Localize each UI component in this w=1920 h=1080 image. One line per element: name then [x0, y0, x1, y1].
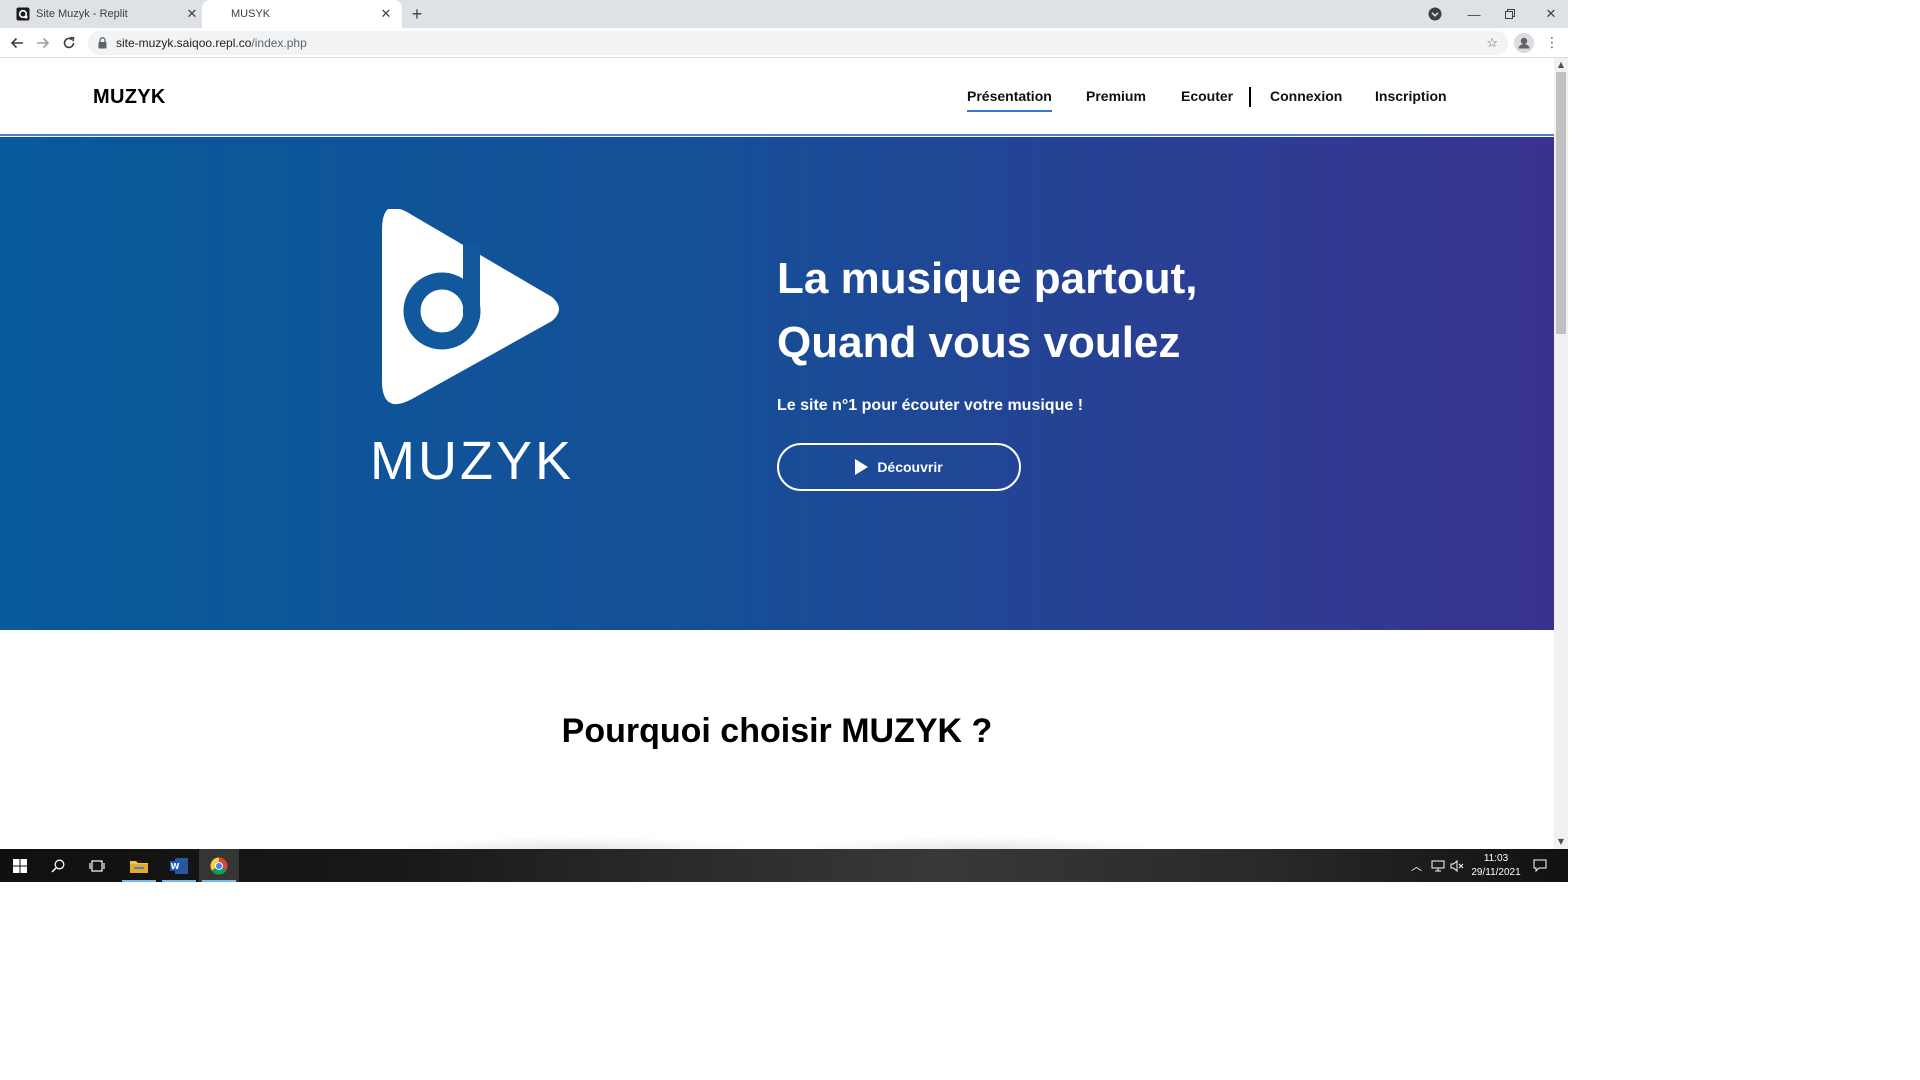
- forward-arrow-icon: [37, 37, 50, 49]
- nav-inscription[interactable]: Inscription: [1375, 88, 1447, 108]
- notifications-button[interactable]: [1533, 849, 1547, 882]
- logo-wordmark-text: MUZYK: [370, 433, 574, 491]
- url-host: site-muzyk.saiqoo.repl.co: [116, 36, 252, 50]
- forward-button[interactable]: [34, 34, 52, 52]
- tab-title: MUSYK: [231, 8, 271, 20]
- taskbar-clock[interactable]: 11:03 29/11/2021: [1468, 852, 1524, 880]
- folder-icon: [130, 860, 148, 873]
- windows-logo-icon: [13, 858, 27, 873]
- browser-menu-icon[interactable]: ⋮: [1545, 34, 1559, 52]
- site-header: MUZYK Présentation Premium Ecouter Conne…: [0, 58, 1554, 136]
- browser-tab-strip: Site Muzyk - Replit ✕ MUSYK ✕ + — ✕: [0, 0, 1568, 28]
- hero-title-line2: Quand vous voulez: [777, 318, 1181, 367]
- chevron-up-icon: ︿: [1411, 860, 1422, 873]
- search-icon: [51, 859, 65, 873]
- muzyk-logo: MUZYK: [342, 207, 602, 493]
- bookmark-star-icon[interactable]: ☆: [1486, 31, 1498, 55]
- tab-title: Site Muzyk - Replit: [36, 8, 128, 20]
- windows-taskbar: W ︿ 11:03 29/11/2021: [0, 849, 1568, 882]
- volume-muted-icon: [1450, 859, 1464, 872]
- taskbar-word[interactable]: W: [159, 849, 199, 882]
- notification-icon: [1533, 859, 1547, 872]
- nav-premium[interactable]: Premium: [1086, 88, 1146, 108]
- lock-icon: [98, 37, 107, 49]
- feature-card-top-edge: [795, 836, 1165, 850]
- close-icon[interactable]: ✕: [184, 6, 200, 22]
- scroll-up-arrow-icon[interactable]: ▲: [1554, 58, 1568, 72]
- nav-ecouter[interactable]: Ecouter: [1181, 88, 1233, 108]
- tab-search-button[interactable]: [1428, 0, 1442, 28]
- page-scrollbar[interactable]: ▲ ▼: [1554, 58, 1568, 849]
- nav-connexion[interactable]: Connexion: [1270, 88, 1342, 108]
- back-arrow-icon: [10, 37, 23, 49]
- play-icon: [855, 459, 869, 475]
- clock-date: 29/11/2021: [1471, 867, 1521, 878]
- taskbar-chrome[interactable]: [199, 849, 239, 882]
- scroll-down-arrow-icon[interactable]: ▼: [1554, 835, 1568, 849]
- site-logo[interactable]: MUZYK: [93, 86, 166, 109]
- chevron-down-icon: [1428, 7, 1442, 21]
- taskbar-search-button[interactable]: [38, 849, 78, 882]
- minimize-icon: —: [1467, 6, 1481, 22]
- back-button[interactable]: [8, 34, 26, 52]
- task-view-button[interactable]: [77, 849, 117, 882]
- hero-subtitle: Le site n°1 pour écouter votre musique !: [777, 397, 1084, 414]
- nav-divider: [1249, 87, 1251, 107]
- chrome-icon: [210, 857, 228, 875]
- browser-toolbar: site-muzyk.saiqoo.repl.co/index.php ☆ ⋮: [0, 28, 1568, 58]
- replit-icon: [16, 7, 30, 21]
- person-icon: [1518, 37, 1530, 49]
- hero-banner: MUZYK La musique partout, Quand vous vou…: [0, 137, 1554, 630]
- volume-tray-icon[interactable]: [1450, 849, 1464, 882]
- new-tab-button[interactable]: +: [408, 5, 426, 23]
- clock-time: 11:03: [1483, 853, 1509, 864]
- url-text: site-muzyk.saiqoo.repl.co/index.php: [116, 31, 307, 55]
- url-path: /index.php: [251, 36, 307, 50]
- close-window-button[interactable]: ✕: [1544, 0, 1558, 28]
- task-view-icon: [89, 859, 105, 872]
- minimize-button[interactable]: —: [1466, 0, 1482, 28]
- reload-icon: [63, 36, 75, 49]
- section-title: Pourquoi choisir MUZYK ?: [561, 712, 993, 750]
- profile-avatar[interactable]: [1514, 33, 1534, 53]
- show-hidden-icons-button[interactable]: ︿: [1411, 849, 1422, 882]
- tab-musyk[interactable]: MUSYK ✕: [202, 0, 402, 28]
- address-bar[interactable]: site-muzyk.saiqoo.repl.co/index.php ☆: [88, 31, 1508, 55]
- feature-card-top-edge: [390, 836, 760, 850]
- close-icon: ✕: [1545, 6, 1557, 21]
- network-tray-icon[interactable]: [1431, 849, 1445, 882]
- scrollbar-thumb[interactable]: [1556, 72, 1566, 334]
- network-icon: [1431, 860, 1445, 871]
- close-icon[interactable]: ✕: [378, 6, 394, 22]
- word-icon: W: [170, 857, 188, 874]
- nav-presentation[interactable]: Présentation: [967, 88, 1052, 112]
- discover-button-label: Découvrir: [877, 459, 943, 475]
- start-button[interactable]: [0, 849, 40, 882]
- logo-wordmark: MUZYK: [370, 433, 574, 491]
- taskbar-file-explorer[interactable]: [119, 849, 159, 882]
- restore-icon: [1505, 9, 1515, 19]
- svg-text:W: W: [171, 862, 180, 871]
- reload-button[interactable]: [60, 34, 78, 52]
- hero-title-line1: La musique partout,: [777, 254, 1198, 303]
- hero-title: La musique partout, Quand vous voulez: [777, 247, 1497, 375]
- tab-site-muzyk-replit[interactable]: Site Muzyk - Replit ✕: [8, 0, 208, 28]
- restore-button[interactable]: [1504, 0, 1516, 28]
- discover-button[interactable]: Découvrir: [777, 443, 1021, 491]
